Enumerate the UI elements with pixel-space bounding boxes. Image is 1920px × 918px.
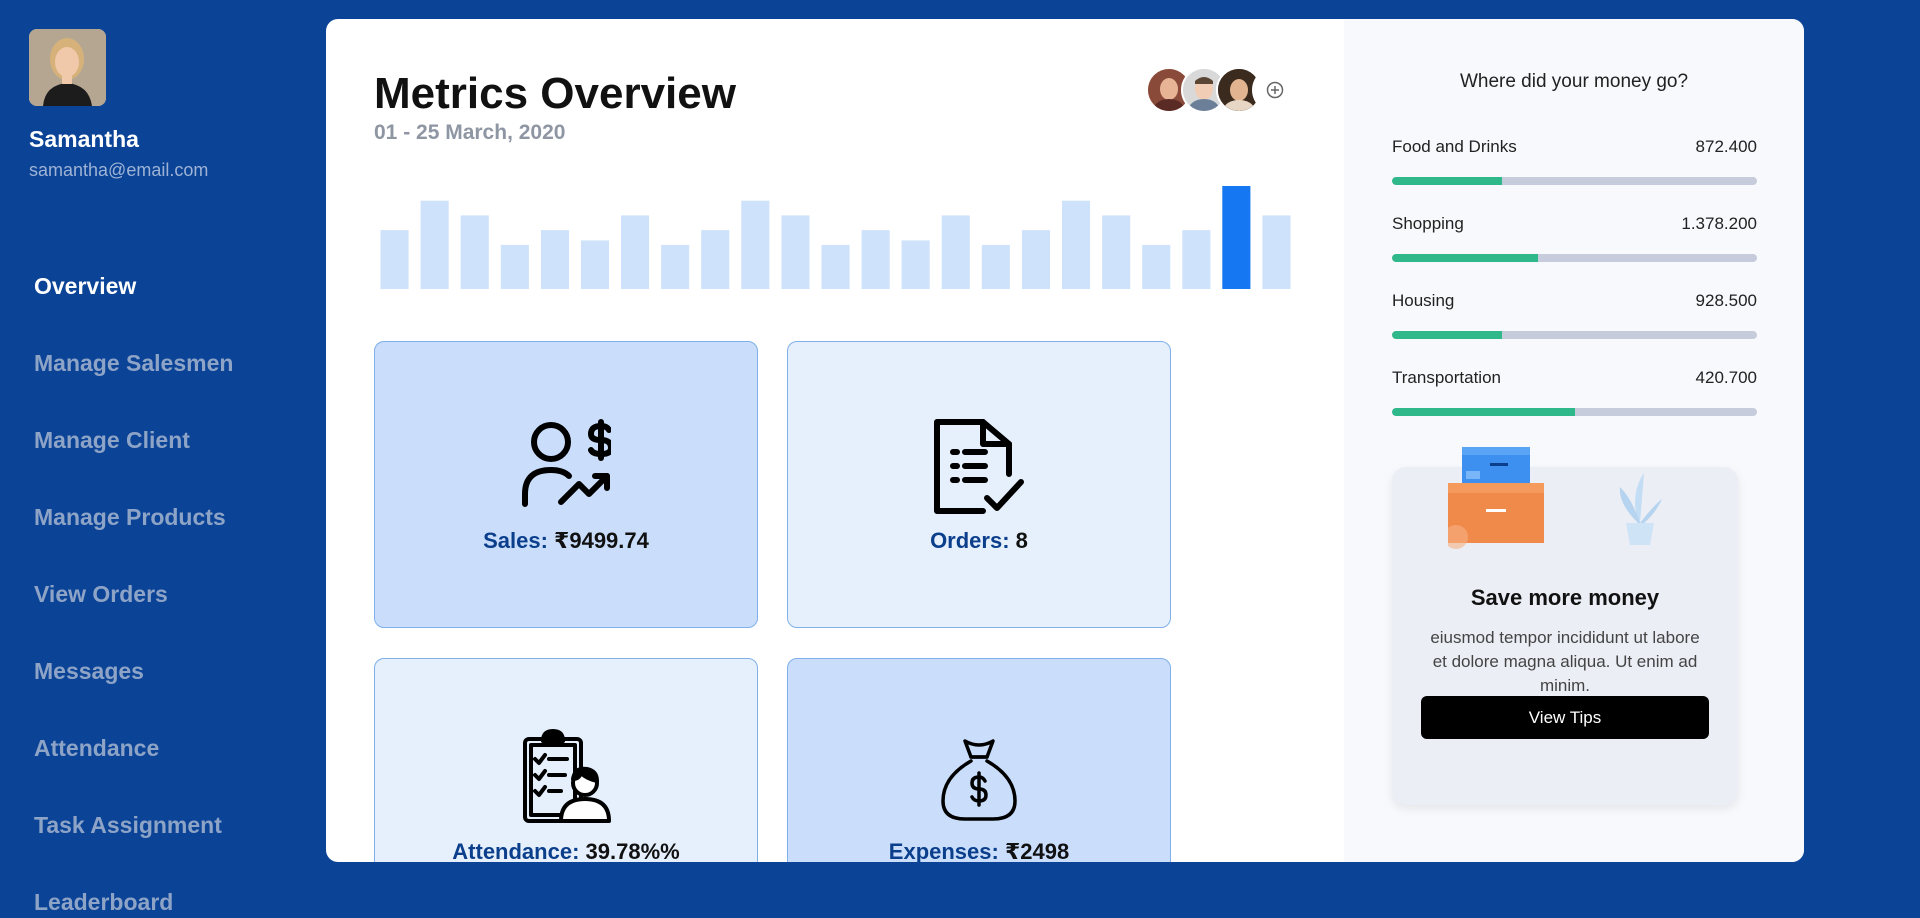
chart-bar: [621, 215, 650, 289]
sales-value: ₹9499.74: [554, 528, 649, 553]
sidebar-item-manage-salesmen[interactable]: Manage Salesmen: [34, 325, 233, 402]
sidebar-item-manage-client[interactable]: Manage Client: [34, 402, 233, 479]
chart-bar: [981, 244, 1010, 289]
spending-title: Where did your money go?: [1459, 71, 1689, 92]
avatar[interactable]: [29, 29, 106, 106]
chart-bar: [1142, 244, 1171, 289]
chart-bar: [661, 244, 690, 289]
orders-value: 8: [1015, 528, 1028, 553]
category-name: Shopping: [1392, 214, 1464, 233]
tips-title: Save more money: [1470, 585, 1660, 610]
salesman-icon: [375, 418, 757, 508]
spending-category: Transportation 420.700: [1392, 368, 1757, 416]
chart-bar: [741, 200, 770, 289]
spending-category: Shopping 1.378.200: [1392, 214, 1757, 262]
attendance-label: Attendance: 39.78%%: [375, 839, 757, 862]
orders-tile[interactable]: Orders: 8: [787, 341, 1171, 628]
category-amount: 1.378.200: [1681, 214, 1757, 233]
chart-bar: [701, 230, 730, 289]
chart-bar: [861, 230, 890, 289]
savings-illustration: [1448, 447, 1662, 549]
tips-text: eiusmod tempor incididunt ut labore et d…: [1430, 628, 1700, 695]
date-range: 01 - 25 March, 2020: [374, 121, 566, 144]
category-progress: [1392, 331, 1757, 339]
chart-bar: [1021, 230, 1050, 289]
sidebar-item-attendance[interactable]: Attendance: [34, 710, 233, 787]
plus-circle-icon: [1266, 81, 1284, 99]
category-progress-fill: [1392, 177, 1502, 185]
attendance-value: 39.78%%: [585, 839, 680, 862]
category-progress-fill: [1392, 254, 1538, 262]
sidebar-item-overview[interactable]: Overview: [34, 248, 233, 325]
main-panel: Metrics Overview 01 - 25 March, 2020 Sal…: [326, 19, 1804, 862]
sidebar: Samantha samantha@email.com Overview Man…: [0, 0, 326, 918]
attendance-key: Attendance:: [452, 839, 580, 862]
chart-bar: [1262, 215, 1291, 289]
chart-bar: [540, 230, 569, 289]
expenses-label: Expenses: ₹2498: [788, 839, 1170, 862]
sales-label: Sales: ₹9499.74: [375, 528, 757, 554]
chart-bar: [901, 240, 930, 289]
orders-label: Orders: 8: [788, 528, 1170, 554]
attendance-tile[interactable]: Attendance: 39.78%%: [374, 658, 758, 862]
spending-panel: Where did your money go? Food and Drinks…: [1344, 19, 1804, 862]
category-progress: [1392, 408, 1757, 416]
sidebar-item-task-assignment[interactable]: Task Assignment: [34, 787, 233, 864]
sales-tile[interactable]: Sales: ₹9499.74: [374, 341, 758, 628]
chart-bar: [821, 244, 850, 289]
chart-bar: [420, 200, 449, 289]
category-name: Food and Drinks: [1392, 137, 1517, 156]
category-amount: 872.400: [1695, 137, 1757, 156]
category-progress-fill: [1392, 408, 1575, 416]
chart-bar: [781, 215, 810, 289]
document-check-icon: [788, 418, 1170, 514]
sales-key: Sales:: [483, 528, 548, 553]
view-tips-button[interactable]: View Tips: [1421, 696, 1709, 739]
category-progress: [1392, 254, 1757, 262]
sidebar-nav: Overview Manage Salesmen Manage Client M…: [34, 248, 233, 918]
chart-bar: [1182, 230, 1211, 289]
category-name: Transportation: [1392, 368, 1501, 387]
chart-bar: [1102, 215, 1131, 289]
money-bag-icon: [788, 737, 1170, 823]
team-avatars[interactable]: [1146, 67, 1298, 113]
sidebar-item-messages[interactable]: Messages: [34, 633, 233, 710]
category-progress-fill: [1392, 331, 1502, 339]
expenses-value: ₹2498: [1004, 839, 1070, 862]
daily-bar-chart: [380, 186, 1291, 289]
category-amount: 928.500: [1695, 291, 1757, 310]
chart-bar: [1222, 186, 1251, 289]
save-money-card: Save more money eiusmod tempor incididun…: [1392, 447, 1738, 805]
expenses-key: Expenses:: [888, 839, 999, 862]
category-name: Housing: [1392, 291, 1455, 310]
orders-key: Orders:: [930, 528, 1010, 553]
category-amount: 420.700: [1695, 368, 1757, 387]
chart-bar: [500, 244, 529, 289]
sidebar-item-leaderboard[interactable]: Leaderboard: [34, 864, 233, 918]
chart-bar: [941, 215, 970, 289]
metrics-content: Metrics Overview 01 - 25 March, 2020 Sal…: [326, 19, 1344, 862]
spending-category: Food and Drinks 872.400: [1392, 137, 1757, 185]
user-name: Samantha: [29, 126, 139, 152]
chart-bar: [380, 230, 409, 289]
chart-bar: [580, 240, 609, 289]
chart-bar: [1062, 200, 1091, 289]
chart-bar: [460, 215, 489, 289]
sidebar-item-view-orders[interactable]: View Orders: [34, 556, 233, 633]
category-progress: [1392, 177, 1757, 185]
add-member-button[interactable]: [1252, 67, 1298, 113]
sidebar-item-manage-products[interactable]: Manage Products: [34, 479, 233, 556]
user-email: samantha@email.com: [29, 160, 209, 180]
clipboard-person-icon: [375, 729, 757, 825]
page-title: Metrics Overview: [374, 69, 736, 118]
expenses-tile[interactable]: Expenses: ₹2498: [787, 658, 1171, 862]
spending-category: Housing 928.500: [1392, 291, 1757, 339]
